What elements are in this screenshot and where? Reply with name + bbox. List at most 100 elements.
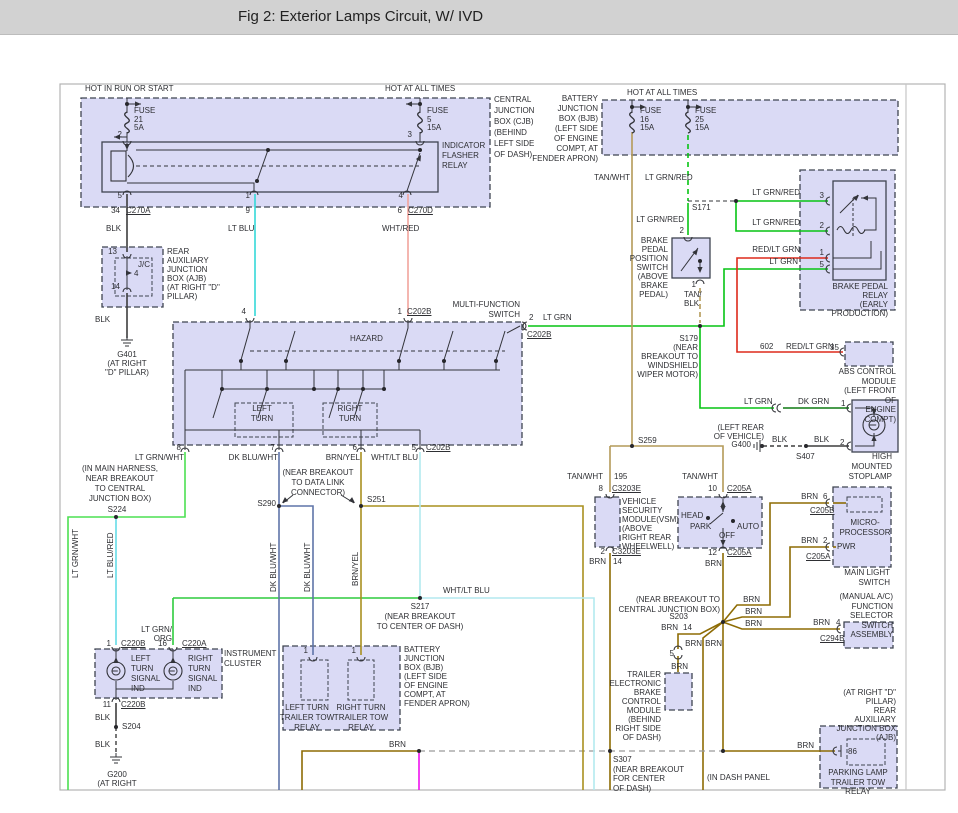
diagram-label: C202B (527, 330, 552, 339)
diagram-label: HOT IN RUN OR START (85, 84, 174, 93)
pin-connector-icon (776, 403, 782, 413)
diagram-label: LT GRN/RED (752, 218, 800, 227)
component-box (594, 496, 621, 548)
splice-dot (721, 749, 725, 753)
splice-dot (418, 102, 422, 106)
diagram-label: C3203E (612, 484, 641, 493)
diagram-label: LT GRN/RED (645, 173, 693, 182)
diagram-label: RED/LT GRN (752, 245, 800, 254)
splice-dot (721, 620, 725, 624)
diagram-label: MULTI-FUNCTION SWITCH (452, 300, 520, 319)
splice-dot (361, 387, 365, 391)
diagram-label: HAZARD (350, 334, 383, 343)
diagram-label: 5 (411, 443, 416, 452)
diagram-label: FUSE 25 15A (695, 106, 717, 132)
diagram-label: S224 (107, 505, 127, 514)
diagram-label: BRAKE PEDAL RELAY (EARLY PRODUCTION) (831, 282, 888, 318)
splice-dot (125, 102, 129, 106)
diagram-label: 5 (819, 260, 824, 269)
diagram-label: TRAILER ELECTRONIC BRAKE CONTROL MODULE … (609, 670, 661, 742)
diagram-label: BLK (106, 224, 122, 233)
diagram-label: BRN (745, 619, 762, 628)
diagram-label: C205A (727, 548, 752, 557)
diagram-label: LEFT TURN SIGNAL IND (131, 654, 161, 693)
diagram-label: S179 (NEAR BREAKOUT TO WINDSHIELD WIPER … (637, 334, 698, 379)
splice-dot (630, 105, 634, 109)
splice-dot (494, 359, 498, 363)
diagram-label: FUSE 5 15A (427, 106, 449, 132)
diagram-label: C270A (126, 206, 151, 215)
splice-dot (312, 387, 316, 391)
component-box (172, 321, 523, 446)
diagram-label: 6 (397, 206, 402, 215)
diagram-label: 4 (836, 618, 841, 627)
diagram-label: BRN (705, 639, 722, 648)
diagram-label: 2 (679, 226, 684, 235)
diagram-label: FUSE 16 15A (640, 106, 662, 132)
diagram-label: S407 (796, 452, 815, 461)
splice-dot (265, 387, 269, 391)
diagram-label: BLK (95, 713, 111, 722)
diagram-label: BRN (685, 639, 702, 648)
splice-dot (284, 359, 288, 363)
diagram-label: 10 (708, 484, 717, 493)
arrow-icon (282, 497, 289, 503)
diagram-label: 2 (529, 313, 534, 322)
arrow-icon (348, 497, 355, 503)
diagram-label: BRN (801, 492, 818, 501)
diagram-label: HOT AT ALL TIMES (627, 88, 698, 97)
diagram-label: 16 (158, 639, 167, 648)
diagram-label: OFF (719, 531, 735, 540)
diagram-label: AUTO (737, 522, 760, 531)
diagram-label: BRN (589, 557, 606, 566)
diagram-label: REAR AUXILIARY JUNCTION BOX (AJB) (AT RI… (167, 247, 220, 301)
diagram-label: C270D (408, 206, 433, 215)
diagram-label: 8 (176, 443, 181, 452)
diagram-label: LT GRN/WHT (134, 453, 184, 462)
diagram-label: (IN MAIN HARNESS, NEAR BREAKOUT TO CENTR… (81, 464, 159, 503)
diagram-label: C220B (121, 700, 146, 709)
diagram-label: 11 (102, 700, 111, 709)
splice-dot (698, 259, 702, 263)
diagram-label: LEFT TURN (250, 404, 274, 423)
splice-dot (114, 725, 118, 729)
diagram-label: 195 (614, 472, 628, 481)
diagram-label: 6 (823, 492, 828, 501)
diagram-label: 2 (840, 438, 845, 447)
component-box (846, 496, 883, 513)
pin-connector-icon (695, 279, 705, 285)
ground-icon (121, 336, 133, 347)
diagram-label: 2 (117, 130, 122, 139)
diagram-label: VEHICLE SECURITY MODULE(VSM) (ABOVE RIGH… (622, 497, 679, 551)
splice-dot (731, 519, 735, 523)
diagram-label: 3 (819, 191, 824, 200)
diagram-label: S290 (257, 499, 276, 508)
diagram-label: 602 (760, 342, 774, 351)
diagram-label: BRN (743, 595, 760, 604)
diagram-label: BLK (95, 740, 111, 749)
diagram-label: BATTERY JUNCTION BOX (BJB) (LEFT SIDE OF… (532, 94, 598, 163)
diagram-label: 1 (819, 248, 824, 257)
diagram-label: BRN (801, 536, 818, 545)
diagram-label: LEFT TURN TRAILER TOW RELAY (279, 703, 335, 732)
diagram-label: C294B (820, 634, 845, 643)
diagram-label: 14 (613, 557, 622, 566)
component-box (844, 341, 894, 367)
diagram-label: BLK (772, 435, 788, 444)
diagram-label: C3203E (612, 547, 641, 556)
diagram-label: BRN (389, 740, 406, 749)
diagram-label: INSTRUMENT CLUSTER (224, 649, 277, 668)
diagram-label: BRN (661, 623, 678, 632)
diagram-label: HIGH MOUNTED STOPLAMP (848, 452, 892, 481)
wire (301, 750, 419, 790)
diagram-label: 1 (245, 191, 250, 200)
splice-dot (698, 324, 702, 328)
diagram-label: WHT/RED (382, 224, 420, 233)
ground-icon (753, 440, 764, 452)
diagram-label: 12 (708, 548, 717, 557)
diagram-label: S203 (669, 612, 688, 621)
diagram-label: 86 (848, 747, 857, 756)
diagram-label: C202B (407, 307, 432, 316)
diagram-label: 2 (823, 536, 828, 545)
diagram-label: ABS CONTROL MODULE (LEFT FRONT OF ENGINE… (838, 367, 896, 424)
